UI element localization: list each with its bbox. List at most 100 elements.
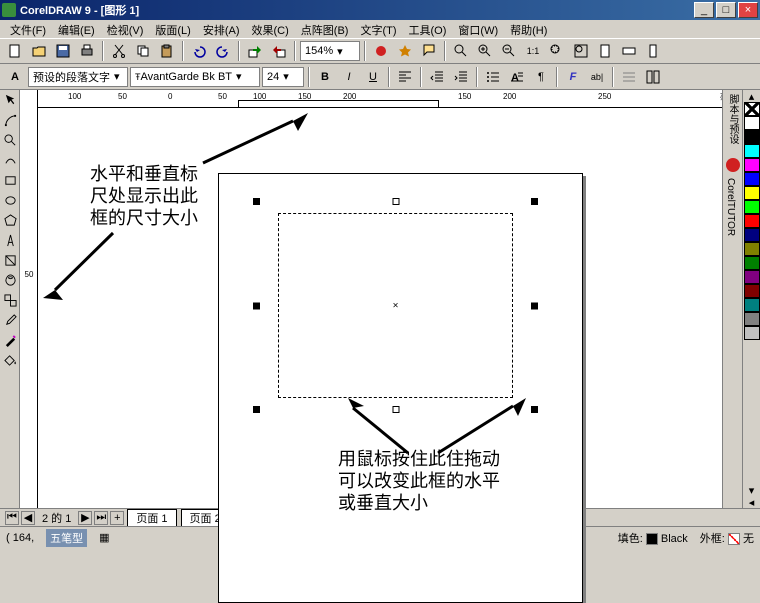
outline-tool[interactable] xyxy=(0,330,20,350)
menu-view[interactable]: 检视(V) xyxy=(101,20,150,38)
nonprinting-button[interactable] xyxy=(618,66,640,88)
menu-window[interactable]: 窗口(W) xyxy=(452,20,504,38)
format-text-button[interactable]: F xyxy=(562,66,584,88)
dropcap-button[interactable]: A xyxy=(506,66,528,88)
page-tab-1[interactable]: 页面 1 xyxy=(127,509,176,526)
shape-tool[interactable] xyxy=(0,110,20,130)
canvas[interactable]: × 水平和垂直标 尺处显示出此 框的尺寸大小 用鼠标按住此住拖动 可以改变此框的… xyxy=(38,108,722,508)
italic-button[interactable]: I xyxy=(338,66,360,88)
zoom-out-button[interactable] xyxy=(498,40,520,62)
paragraph-text-frame[interactable]: × xyxy=(253,198,538,413)
text-style-icon[interactable]: A xyxy=(4,66,26,88)
eyedropper-tool[interactable] xyxy=(0,310,20,330)
color-swatch[interactable] xyxy=(744,130,760,144)
color-swatch[interactable] xyxy=(744,186,760,200)
text-style-combo[interactable]: 预设的段落文字▾ xyxy=(28,67,128,87)
export-button[interactable] xyxy=(268,40,290,62)
open-button[interactable] xyxy=(28,40,50,62)
ime-pad-icon[interactable]: ▦ xyxy=(99,531,109,544)
zoom-all-button[interactable] xyxy=(570,40,592,62)
menu-tools[interactable]: 工具(O) xyxy=(403,20,453,38)
resize-handle-w[interactable] xyxy=(253,302,260,309)
zoom-actual-button[interactable]: 1:1 xyxy=(522,40,544,62)
paste-button[interactable] xyxy=(156,40,178,62)
zoom-combo[interactable]: 154%▾ xyxy=(300,41,360,61)
menu-file[interactable]: 文件(F) xyxy=(4,20,52,38)
save-button[interactable] xyxy=(52,40,74,62)
resize-handle-se[interactable] xyxy=(531,406,538,413)
color-swatch[interactable] xyxy=(744,214,760,228)
columns-button[interactable] xyxy=(642,66,664,88)
add-page-button[interactable]: + xyxy=(110,511,124,525)
menu-effects[interactable]: 效果(C) xyxy=(246,20,295,38)
cut-button[interactable] xyxy=(108,40,130,62)
menu-text[interactable]: 文字(T) xyxy=(354,20,402,38)
close-button[interactable]: × xyxy=(738,2,758,18)
zoom-page-button[interactable] xyxy=(594,40,616,62)
palette-down-button[interactable]: ▾ xyxy=(743,484,760,496)
next-page-button[interactable]: ▶ xyxy=(78,511,92,525)
align-left-button[interactable] xyxy=(394,66,416,88)
color-swatch[interactable] xyxy=(744,312,760,326)
prev-page-button[interactable]: ◀ xyxy=(21,511,35,525)
resize-handle-sw[interactable] xyxy=(253,406,260,413)
copy-button[interactable] xyxy=(132,40,154,62)
ellipse-tool[interactable] xyxy=(0,190,20,210)
fill-tool[interactable] xyxy=(0,350,20,370)
zoom-levels-button[interactable] xyxy=(450,40,472,62)
palette-up-button[interactable]: ▴ xyxy=(743,90,760,102)
palette-flyout-button[interactable]: ◂ xyxy=(743,496,760,508)
resize-handle-ne[interactable] xyxy=(531,198,538,205)
text-flow-handle-top[interactable] xyxy=(392,198,399,205)
zoom-in-button[interactable] xyxy=(474,40,496,62)
color-swatch[interactable] xyxy=(744,172,760,186)
undo-button[interactable] xyxy=(188,40,210,62)
interactive-transparency-tool[interactable] xyxy=(0,270,20,290)
text-tool[interactable] xyxy=(0,230,20,250)
color-swatch[interactable] xyxy=(744,242,760,256)
color-swatch[interactable] xyxy=(744,144,760,158)
font-combo[interactable]: Ŧ AvantGarde Bk BT▾ xyxy=(130,67,260,87)
bold-button[interactable]: B xyxy=(314,66,336,88)
resize-handle-nw[interactable] xyxy=(253,198,260,205)
bullets-button[interactable] xyxy=(482,66,504,88)
app-launcher-button[interactable] xyxy=(370,40,392,62)
color-swatch[interactable] xyxy=(744,158,760,172)
fill-swatch[interactable] xyxy=(646,533,658,545)
edit-text-button[interactable]: ab| xyxy=(586,66,608,88)
docker-scripts[interactable]: 脚本与预设 xyxy=(723,90,742,148)
menu-layout[interactable]: 版面(L) xyxy=(149,20,196,38)
color-swatch[interactable] xyxy=(744,326,760,340)
color-swatch[interactable] xyxy=(744,200,760,214)
first-page-button[interactable]: ⏮ xyxy=(5,511,19,525)
menu-help[interactable]: 帮助(H) xyxy=(504,20,553,38)
docker-tutor[interactable]: CorelTUTOR xyxy=(723,174,738,240)
outline-swatch[interactable] xyxy=(728,533,740,545)
redo-button[interactable] xyxy=(212,40,234,62)
maximize-button[interactable]: □ xyxy=(716,2,736,18)
horizontal-ruler[interactable]: 100 50 0 50 100 150 200 150 200 250 毫米 xyxy=(38,90,740,108)
interactive-fill-tool[interactable] xyxy=(0,250,20,270)
zoom-height-button[interactable] xyxy=(642,40,664,62)
color-swatch[interactable] xyxy=(744,270,760,284)
rectangle-tool[interactable] xyxy=(0,170,20,190)
resize-handle-e[interactable] xyxy=(531,302,538,309)
color-swatch[interactable] xyxy=(744,256,760,270)
minimize-button[interactable]: _ xyxy=(694,2,714,18)
whatsthis-button[interactable] xyxy=(418,40,440,62)
interactive-blend-tool[interactable] xyxy=(0,290,20,310)
menu-edit[interactable]: 编辑(E) xyxy=(52,20,101,38)
color-swatch[interactable] xyxy=(744,298,760,312)
color-swatch[interactable] xyxy=(744,228,760,242)
color-swatch[interactable] xyxy=(744,284,760,298)
font-size-combo[interactable]: 24▾ xyxy=(262,67,304,87)
indent-inc-button[interactable] xyxy=(450,66,472,88)
polygon-tool[interactable] xyxy=(0,210,20,230)
vertical-ruler[interactable]: 50 xyxy=(20,90,38,508)
corel-online-button[interactable] xyxy=(394,40,416,62)
color-swatch[interactable] xyxy=(744,116,760,130)
pick-tool[interactable] xyxy=(0,90,20,110)
import-button[interactable] xyxy=(244,40,266,62)
zoom-selection-button[interactable] xyxy=(546,40,568,62)
no-color-swatch[interactable] xyxy=(744,102,760,116)
